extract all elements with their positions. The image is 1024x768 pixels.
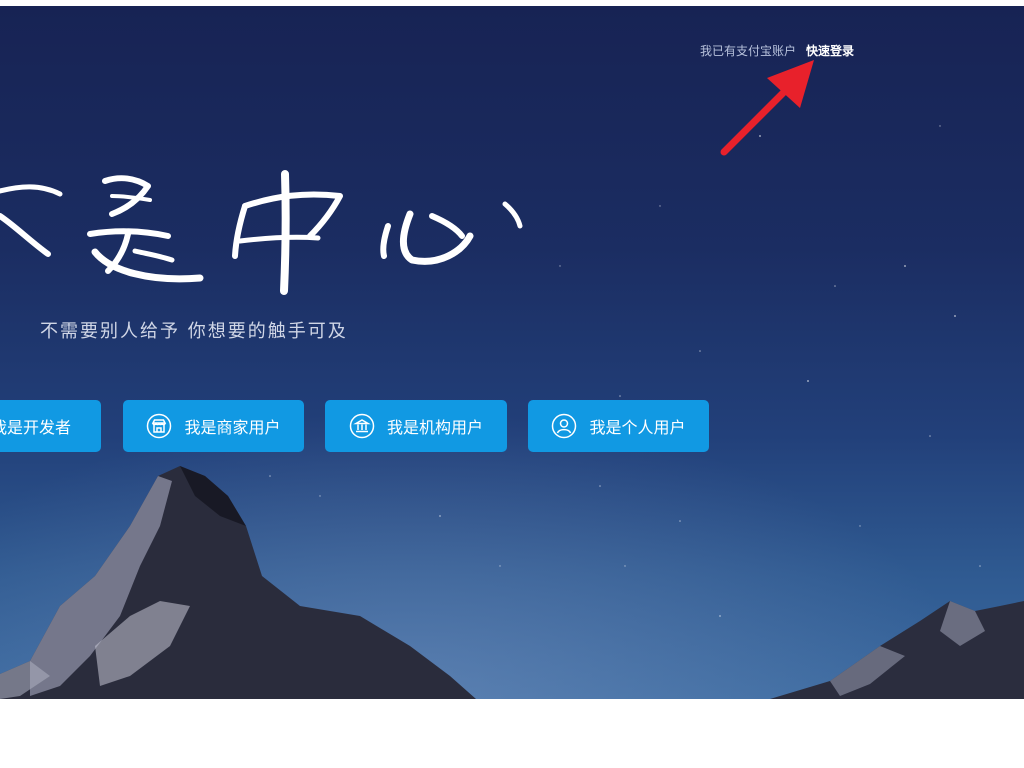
personal-user-button-label: 我是个人用户 <box>589 418 686 437</box>
hero-banner: 我已有支付宝账户 快速登录 不需要别人给予 你想要的触手可及 我是开发者 我是商… <box>0 6 1024 699</box>
personal-user-button[interactable]: 我是个人用户 <box>528 400 709 452</box>
organization-user-button[interactable]: 我是机构用户 <box>325 400 507 452</box>
organization-user-button-label: 我是机构用户 <box>386 418 483 437</box>
handwritten-title-logo <box>0 170 523 295</box>
user-icon <box>551 413 577 439</box>
page-below-hero <box>0 699 1024 768</box>
bank-icon <box>349 413 375 439</box>
red-arrow-annotation <box>720 60 814 156</box>
developer-button[interactable]: 我是开发者 <box>0 400 101 452</box>
merchant-user-button-label: 我是商家用户 <box>184 418 281 437</box>
shop-icon <box>146 413 172 439</box>
slogan: 不需要别人给予 你想要的触手可及 <box>40 321 348 342</box>
mountain-silhouette <box>0 466 1024 699</box>
merchant-user-button[interactable]: 我是商家用户 <box>123 400 304 452</box>
developer-button-label: 我是开发者 <box>0 418 71 437</box>
